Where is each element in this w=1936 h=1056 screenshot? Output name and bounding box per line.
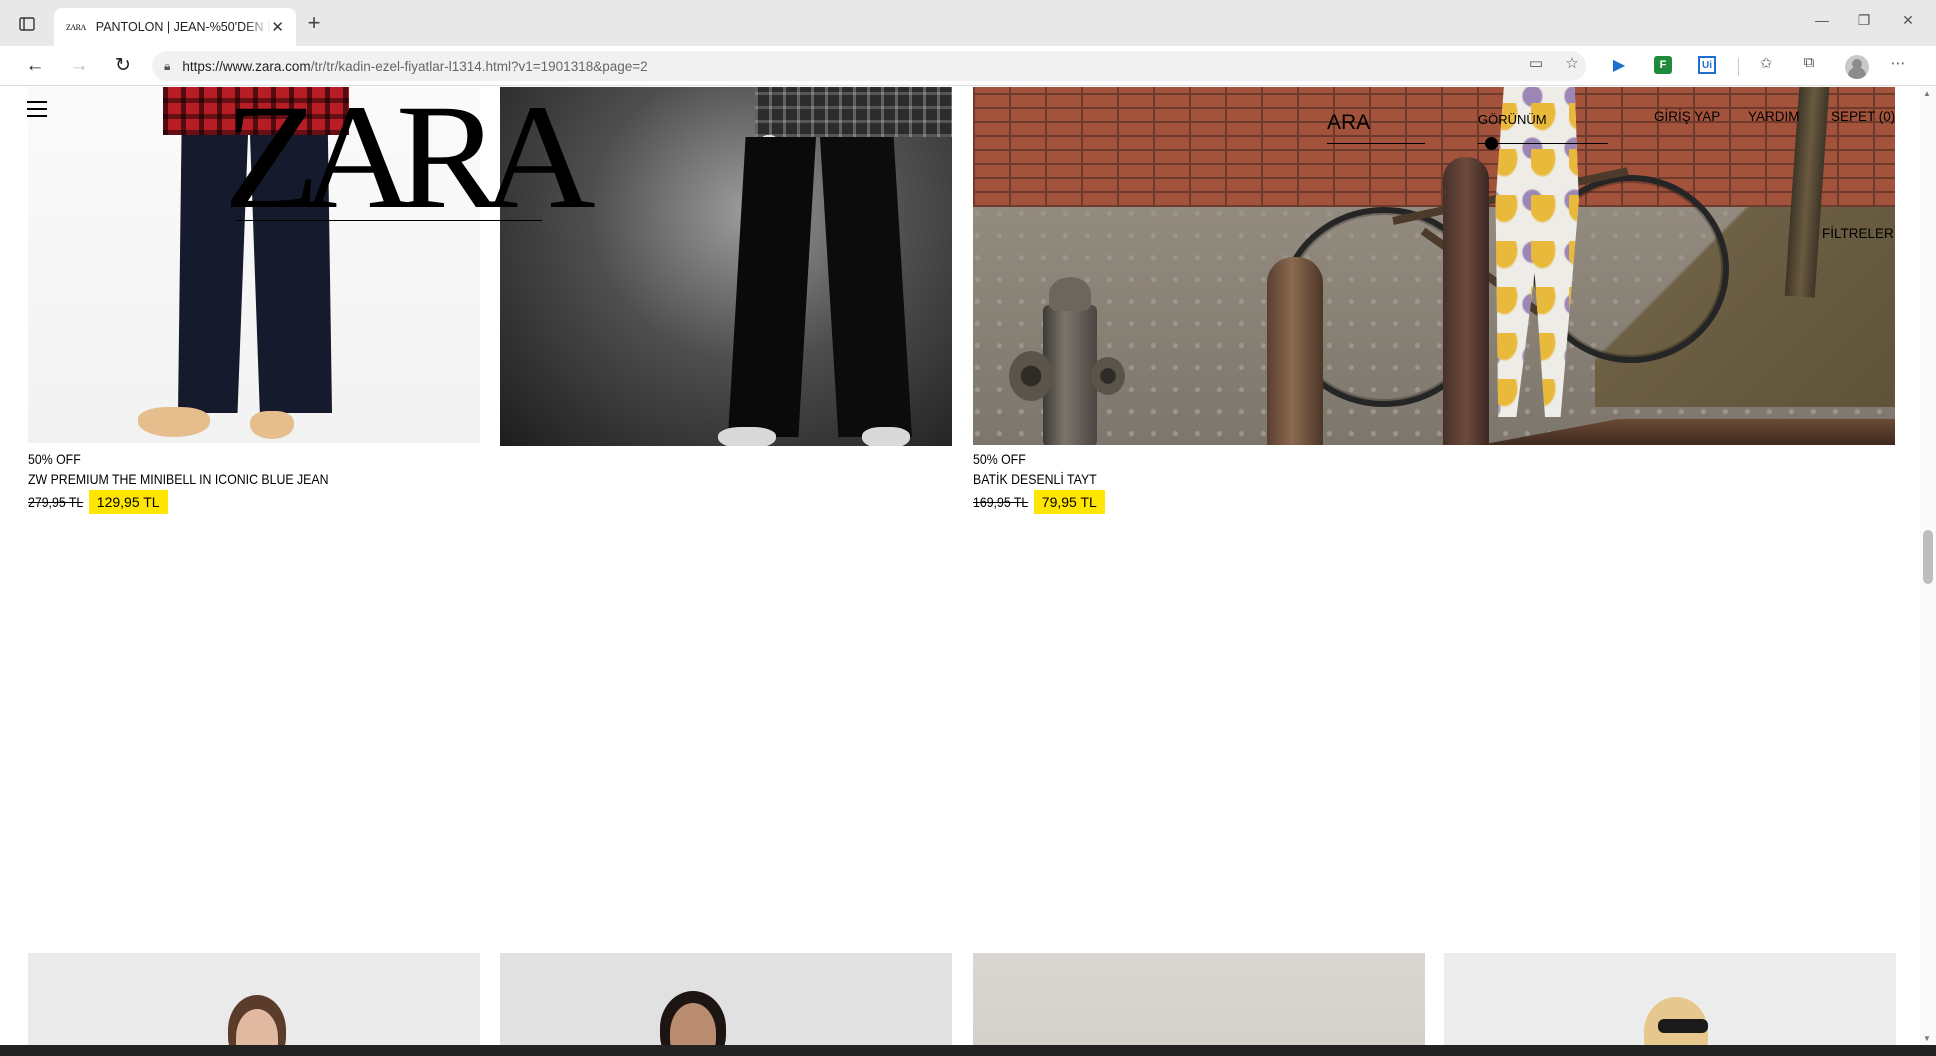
help-link[interactable]: YARDIM: [1748, 109, 1800, 124]
taskbar: [0, 1045, 1936, 1056]
tab-actions-icon[interactable]: [14, 12, 40, 36]
logo-underline: [236, 220, 542, 221]
new-tab-icon[interactable]: +: [302, 12, 326, 34]
address-bar: ← → ↻ 🔒︎ https://www.zara.com/tr/tr/kadi…: [0, 46, 1936, 86]
shoe-graphic: [138, 407, 210, 437]
product-image-5[interactable]: [500, 953, 952, 1045]
view-slider-knob[interactable]: [1484, 137, 1498, 150]
collections-icon[interactable]: ⧉: [1797, 54, 1821, 71]
url-host: https://www.zara.com: [182, 58, 311, 74]
back-icon[interactable]: ←: [22, 54, 48, 78]
discount-label: 50% OFF: [28, 451, 81, 467]
ui-extension-icon[interactable]: Ui: [1698, 56, 1716, 74]
view-label: GÖRÜNÜM: [1478, 112, 1547, 127]
forward-icon[interactable]: →: [66, 54, 92, 78]
sale-price: 79,95 TL: [1033, 490, 1105, 514]
product-image-3[interactable]: [973, 87, 1895, 445]
product-name[interactable]: BATİK DESENLİ TAYT: [973, 469, 1097, 489]
reader-view-icon[interactable]: ▭: [1524, 54, 1548, 72]
url-path: /tr/tr/kadin-ezel-fiyatlar-l1314.html?v1…: [310, 58, 648, 74]
plaid-jacket-graphic: [755, 87, 952, 137]
favorites-icon[interactable]: ✩: [1754, 54, 1778, 72]
view-slider[interactable]: [1478, 143, 1608, 144]
menu-icon[interactable]: [27, 101, 47, 117]
product-image-4[interactable]: [28, 953, 480, 1045]
brick-wall-graphic: [973, 87, 1895, 207]
old-price: 279,95 TL: [28, 494, 84, 510]
lock-icon[interactable]: 🔒︎: [164, 59, 170, 74]
discount-label: 50% OFF: [973, 451, 1026, 467]
close-tab-icon[interactable]: ✕: [271, 18, 284, 36]
zara-favicon-icon: ZARA: [66, 22, 86, 32]
product-image-6[interactable]: [973, 953, 1425, 1045]
scroll-down-icon[interactable]: ▼: [1923, 1034, 1931, 1043]
browser-tab[interactable]: ZARA PANTOLON | JEAN-%50'DEN İTİBAREN ✕: [54, 8, 296, 46]
search-link[interactable]: ARA: [1327, 111, 1370, 135]
scrollbar-thumb[interactable]: [1923, 530, 1933, 584]
post-graphic: [1443, 157, 1489, 445]
page-viewport: ZARA ARA GÖRÜNÜM GİRİŞ YAP YARDIM SEPET …: [0, 87, 1936, 1045]
filters-button[interactable]: FİLTRELER: [1822, 226, 1894, 241]
green-extension-icon[interactable]: F: [1654, 56, 1672, 74]
product-info-2[interactable]: 50% OFF BATİK DESENLİ TAYT 169,95 TL 79,…: [973, 449, 1114, 514]
shoe-graphic: [718, 427, 776, 446]
price-row: 169,95 TL 79,95 TL: [973, 490, 1114, 514]
old-price: 169,95 TL: [973, 494, 1029, 510]
shoe-graphic: [862, 427, 910, 446]
cart-link[interactable]: SEPET (0): [1831, 109, 1895, 124]
login-link[interactable]: GİRİŞ YAP: [1654, 109, 1720, 124]
restore-icon[interactable]: ❐: [1854, 12, 1874, 29]
product-name[interactable]: ZW PREMIUM THE MINIBELL IN ICONIC BLUE J…: [28, 469, 329, 489]
post-graphic: [1267, 257, 1323, 445]
shoe-graphic: [250, 411, 294, 439]
toolbar-separator: [1738, 58, 1739, 76]
tab-bar: ZARA PANTOLON | JEAN-%50'DEN İTİBAREN ✕ …: [0, 0, 1936, 46]
scroll-up-icon[interactable]: ▲: [1923, 89, 1931, 98]
hydrant-graphic: [1009, 277, 1129, 445]
product-info-1[interactable]: 50% OFF ZW PREMIUM THE MINIBELL IN ICONI…: [28, 449, 370, 514]
search-underline: [1327, 143, 1425, 144]
zara-logo[interactable]: ZARA: [224, 87, 596, 232]
pant-leg-graphic: [728, 137, 816, 437]
tab-title: PANTOLON | JEAN-%50'DEN İTİBAREN: [95, 20, 271, 34]
page-scrollbar[interactable]: ▲ ▼: [1920, 87, 1936, 1045]
product-image-7[interactable]: [1444, 953, 1896, 1045]
play-extension-icon[interactable]: ▶: [1608, 54, 1630, 76]
url-field[interactable]: 🔒︎ https://www.zara.com/tr/tr/kadin-ezel…: [152, 51, 1586, 81]
minimize-icon[interactable]: —: [1812, 12, 1832, 28]
sunglasses-graphic: [1658, 1019, 1708, 1033]
sale-price: 129,95 TL: [88, 490, 168, 514]
pant-leg-graphic: [820, 137, 912, 437]
window-close-icon[interactable]: ✕: [1898, 12, 1918, 29]
more-icon[interactable]: ⋯: [1886, 54, 1910, 72]
price-row: 279,95 TL 129,95 TL: [28, 490, 370, 514]
profile-icon[interactable]: [1845, 55, 1869, 79]
favorite-add-icon[interactable]: ☆: [1560, 54, 1584, 72]
refresh-icon[interactable]: ↻: [110, 54, 136, 78]
